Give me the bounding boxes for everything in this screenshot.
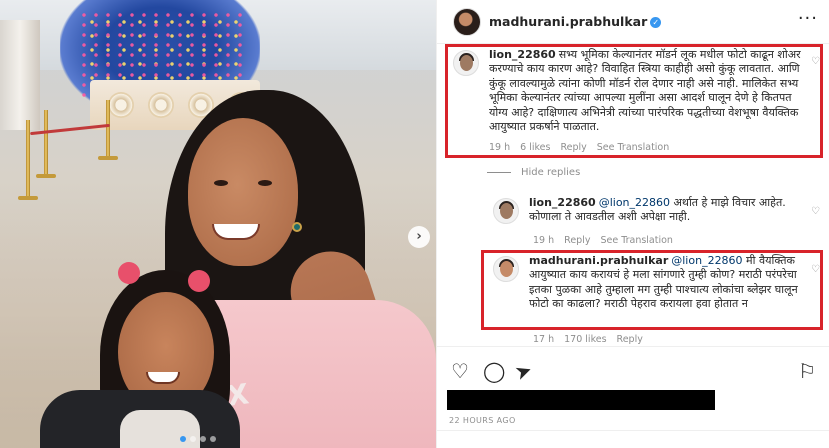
mention-link[interactable]: @lion_22860 xyxy=(599,196,670,209)
see-translation-button[interactable]: See Translation xyxy=(597,142,670,153)
stanchion-base xyxy=(18,196,38,200)
stanchion-base xyxy=(36,174,56,178)
heart-icon[interactable]: ♡ xyxy=(811,56,820,67)
reply-time: 17 h xyxy=(533,334,555,345)
comment-icon[interactable]: ◯ xyxy=(483,359,505,383)
ellipsis-icon[interactable]: ··· xyxy=(798,8,818,29)
hair-bow xyxy=(118,262,140,284)
post-header: madhurani.prabhulkar ✓ ··· xyxy=(437,0,829,44)
decoration xyxy=(148,92,174,118)
heart-icon[interactable]: ♡ xyxy=(811,206,820,217)
carousel-dot[interactable] xyxy=(200,436,206,442)
commenter-username[interactable]: lion_22860 xyxy=(489,48,556,61)
reply-time: 19 h xyxy=(533,235,555,246)
carousel-dots xyxy=(180,436,216,442)
divider xyxy=(487,172,511,173)
reply-button[interactable]: Reply xyxy=(564,235,590,246)
chevron-right-icon[interactable]: › xyxy=(408,226,430,248)
reply-button[interactable]: Reply xyxy=(560,142,586,153)
hide-replies-toggle[interactable]: Hide replies xyxy=(487,167,580,178)
woman-face xyxy=(188,118,298,266)
heart-icon[interactable]: ♡ xyxy=(451,359,469,383)
heart-icon[interactable]: ♡ xyxy=(811,264,820,275)
see-translation-button[interactable]: See Translation xyxy=(600,235,673,246)
post-photo[interactable]: SX › xyxy=(0,0,436,448)
comment-body: lion_22860 सभ्य भूमिका केल्यानंतर मॉडर्न … xyxy=(489,48,805,134)
carousel-dot[interactable] xyxy=(190,436,196,442)
bookmark-icon[interactable]: ⚐ xyxy=(798,359,816,383)
reply-meta: 17 h 170 likes Reply xyxy=(533,334,643,345)
reply-button[interactable]: Reply xyxy=(617,334,643,345)
decoration xyxy=(108,92,134,118)
reply-likes[interactable]: 170 likes xyxy=(564,334,606,345)
reply-meta: 19 h Reply See Translation xyxy=(533,235,673,246)
stanchion xyxy=(44,110,48,176)
author-username[interactable]: madhurani.prabhulkar ✓ xyxy=(489,14,662,29)
commenter-avatar[interactable] xyxy=(453,50,479,76)
verified-badge-icon: ✓ xyxy=(650,17,662,28)
redacted-likes xyxy=(447,390,715,410)
stanchion-base xyxy=(98,156,118,160)
pillar xyxy=(0,20,40,130)
author-avatar[interactable] xyxy=(453,8,481,36)
hair-bow xyxy=(188,270,210,292)
add-comment-bar[interactable] xyxy=(437,430,829,448)
mention-link[interactable]: @lion_22860 xyxy=(671,254,742,267)
commenter-username[interactable]: lion_22860 xyxy=(529,196,596,209)
comments-panel: madhurani.prabhulkar ✓ ··· lion_22860 सभ्य… xyxy=(436,0,829,448)
post-timestamp: 22 HOURS AGO xyxy=(449,416,516,425)
commenter-avatar[interactable] xyxy=(493,198,519,224)
eye xyxy=(258,180,272,186)
post-actions: ♡ ◯ ➤ ⚐ xyxy=(437,346,829,396)
username-text[interactable]: madhurani.prabhulkar xyxy=(489,14,647,29)
author-avatar[interactable] xyxy=(493,256,519,282)
comment-time: 19 h xyxy=(489,142,511,153)
earring xyxy=(292,222,302,232)
reply-body: lion_22860 @lion_22860 अर्थात हे माझे विच… xyxy=(529,196,811,225)
girl-shirt xyxy=(120,410,200,448)
author-username[interactable]: madhurani.prabhulkar xyxy=(529,254,668,267)
hide-replies-label[interactable]: Hide replies xyxy=(521,167,580,178)
paper-plane-icon[interactable]: ➤ xyxy=(511,357,535,385)
eye xyxy=(214,180,228,186)
reply-body: madhurani.prabhulkar @lion_22860 मी वैयक्… xyxy=(529,254,811,312)
carousel-dot[interactable] xyxy=(210,436,216,442)
carousel-dot[interactable] xyxy=(180,436,186,442)
stanchion xyxy=(106,100,110,158)
comment-likes[interactable]: 6 likes xyxy=(520,142,550,153)
comment-meta: 19 h 6 likes Reply See Translation xyxy=(489,142,669,153)
